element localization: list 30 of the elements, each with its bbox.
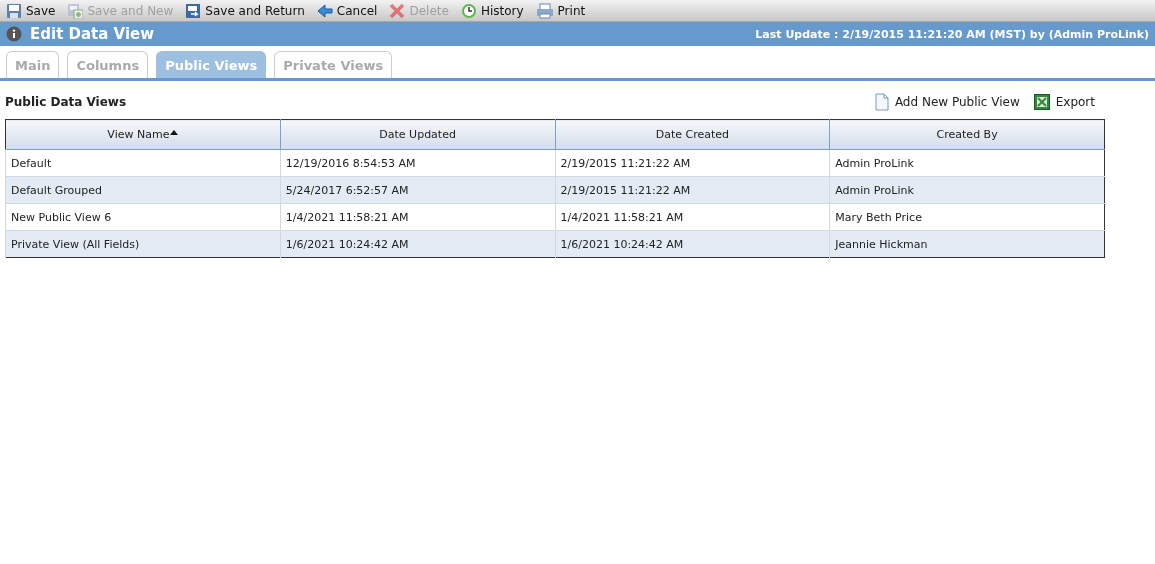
spreadsheet-icon — [1033, 94, 1050, 110]
table-cell: Private View (All Fields) — [5, 230, 281, 258]
toolbar-button[interactable]: History — [460, 2, 524, 19]
column-header[interactable]: View Name — [5, 119, 281, 150]
table-cell: 1/6/2021 10:24:42 AM — [280, 230, 555, 258]
table-cell: 2/19/2015 11:21:22 AM — [555, 176, 830, 204]
last-update-text: Last Update : 2/19/2015 11:21:20 AM (MST) by (Admin ProLink) — [755, 27, 1149, 41]
table-cell: Jeannie Hickman — [829, 230, 1105, 258]
delete-icon — [389, 2, 406, 19]
toolbar-button[interactable]: Save — [6, 2, 56, 19]
printer-icon — [535, 2, 554, 19]
left-arrow-icon — [316, 3, 333, 18]
table-cell: Default Grouped — [5, 176, 281, 204]
table-cell: Admin ProLink — [829, 176, 1105, 204]
clock-icon — [460, 2, 477, 19]
page-title: Edit Data View — [30, 25, 156, 43]
column-header[interactable]: Created By — [829, 119, 1105, 150]
toolbar-button[interactable]: Save and Return — [185, 2, 305, 19]
column-header[interactable]: Date Updated — [280, 119, 555, 150]
toolbar-link[interactable]: Export — [1033, 94, 1095, 110]
document-icon — [874, 93, 889, 111]
document-plus-icon — [67, 2, 84, 19]
toolbar-button[interactable]: Print — [535, 2, 586, 19]
section-title: Public Data Views — [5, 95, 128, 109]
toolbar-link[interactable]: Add New Public View — [874, 93, 1020, 111]
toolbar-button[interactable]: Cancel — [316, 3, 378, 18]
column-header[interactable]: Date Created — [555, 119, 830, 150]
table-cell: 5/24/2017 6:52:57 AM — [280, 176, 555, 204]
table-cell: 1/6/2021 10:24:42 AM — [555, 230, 830, 258]
info-icon — [6, 26, 22, 42]
